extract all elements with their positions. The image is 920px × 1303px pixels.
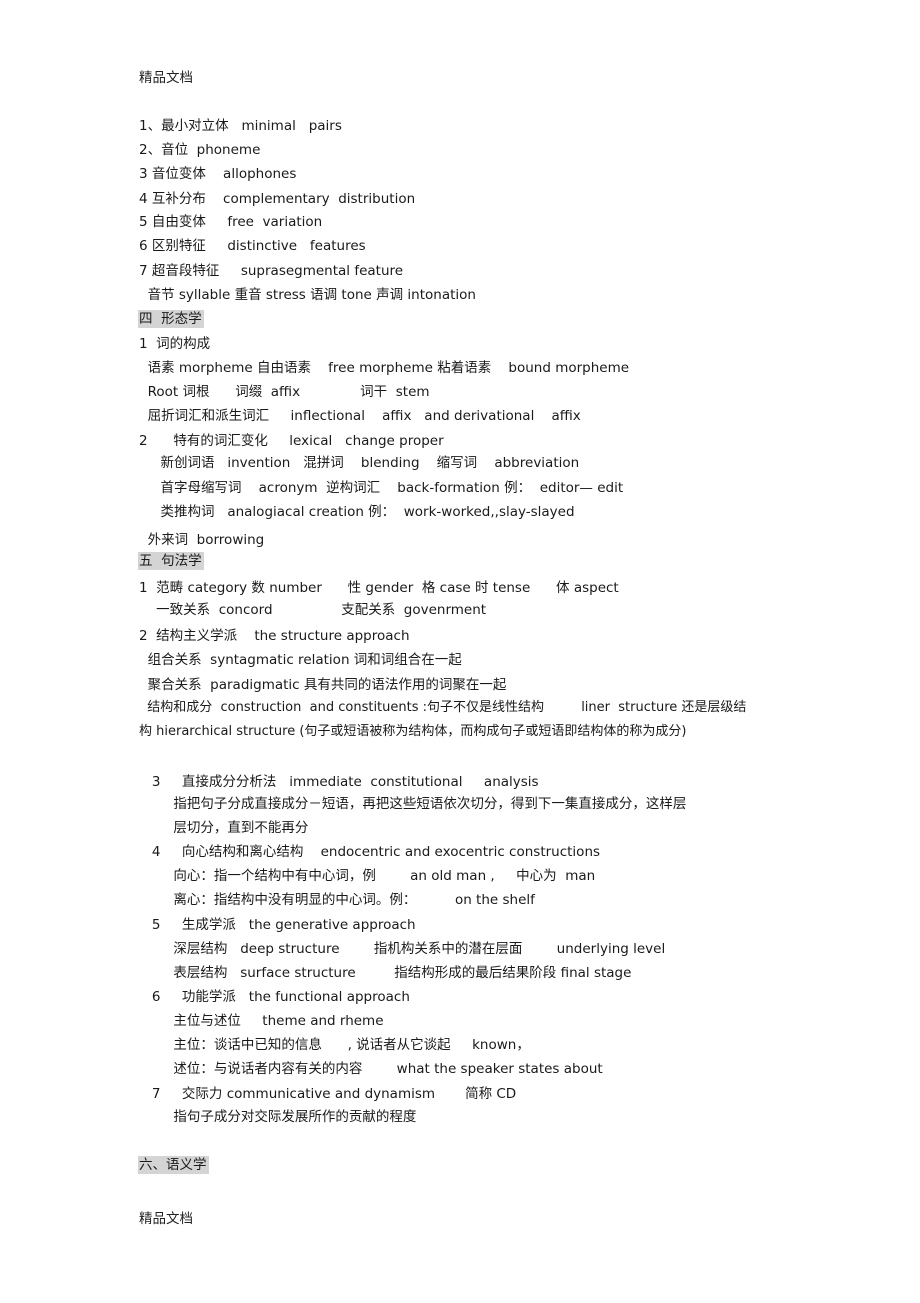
text-line: 7 交际力 communicative and dynamism 简称 CD: [139, 1086, 517, 1102]
text-line: 5 生成学派 the generative approach: [139, 917, 416, 933]
text-line: 主位与述位 theme and rheme: [139, 1013, 384, 1029]
text-line: 新创词语 invention 混拼词 blending 缩写词 abbrevia…: [139, 455, 580, 471]
text-line: 类推构词 analogiacal creation 例： work-worked…: [139, 504, 575, 520]
text-line: 首字母缩写词 acronym 逆构词汇 back-formation 例： ed…: [139, 480, 624, 496]
section-title: 六、语义学: [138, 1156, 209, 1174]
text-line: 2 结构主义学派 the structure approach: [139, 628, 410, 644]
text-line: 外来词 borrowing: [139, 532, 265, 548]
text-line: 一致关系 concord 支配关系 govenrment: [139, 602, 487, 618]
text-line: 向心：指一个结构中有中心词，例 an old man , 中心为 man: [139, 868, 596, 884]
text-line: 聚合关系 paradigmatic 具有共同的语法作用的词聚在一起: [139, 677, 507, 693]
list-item: 7 超音段特征 suprasegmental feature: [139, 263, 404, 279]
list-item: 音节 syllable 重音 stress 语调 tone 声调 intonat…: [139, 287, 476, 303]
section-title: 五 句法学: [138, 552, 204, 570]
text-line: 结构和成分 construction and constituents :句子不…: [139, 700, 747, 715]
text-line: 主位：谈话中已知的信息 , 说话者从它谈起 known，: [139, 1037, 530, 1053]
text-line: 屈折词汇和派生词汇 inflectional affix and derivat…: [139, 408, 581, 424]
text-line: 语素 morpheme 自由语素 free morpheme 粘着语素 boun…: [139, 360, 630, 376]
text-line: 6 功能学派 the functional approach: [139, 989, 410, 1005]
list-item: 1、最小对立体 minimal pairs: [139, 118, 342, 134]
list-item: 2、音位 phoneme: [139, 142, 261, 158]
text-line: 层切分，直到不能再分: [139, 820, 309, 836]
page-header: 精品文档: [139, 70, 193, 86]
list-item: 6 区别特征 distinctive features: [139, 238, 366, 254]
text-line: 1 范畴 category 数 number 性 gender 格 case 时…: [139, 580, 619, 596]
page-footer: 精品文档: [139, 1211, 193, 1227]
text-line: 指把句子分成直接成分－短语，再把这些短语依次切分，得到下一集直接成分，这样层: [139, 796, 687, 812]
section-title: 四 形态学: [138, 310, 204, 328]
text-line: 3 直接成分分析法 immediate constitutional analy…: [139, 774, 539, 790]
text-line: Root 词根 词缀 affix 词干 stem: [139, 384, 430, 400]
text-line: 指句子成分对交际发展所作的贡献的程度: [139, 1109, 417, 1125]
list-item: 3 音位变体 allophones: [139, 166, 297, 182]
text-line: 述位：与说话者内容有关的内容 what the speaker states a…: [139, 1061, 603, 1077]
text-line: 2 特有的词汇变化 lexical change proper: [139, 433, 444, 449]
text-line: 1 词的构成: [139, 336, 211, 352]
list-item: 5 自由变体 free variation: [139, 214, 323, 230]
text-line: 深层结构 deep structure 指机构关系中的潜在层面 underlyi…: [139, 941, 666, 957]
list-item: 4 互补分布 complementary distribution: [139, 191, 416, 207]
text-line: 离心：指结构中没有明显的中心词。例： on the shelf: [139, 892, 535, 908]
text-line: 4 向心结构和离心结构 endocentric and exocentric c…: [139, 844, 601, 860]
text-line: 表层结构 surface structure 指结构形成的最后结果阶段 fina…: [139, 965, 632, 981]
text-line: 构 hierarchical structure (句子或短语被称为结构体，而构…: [139, 724, 687, 739]
text-line: 组合关系 syntagmatic relation 词和词组合在一起: [139, 652, 462, 668]
